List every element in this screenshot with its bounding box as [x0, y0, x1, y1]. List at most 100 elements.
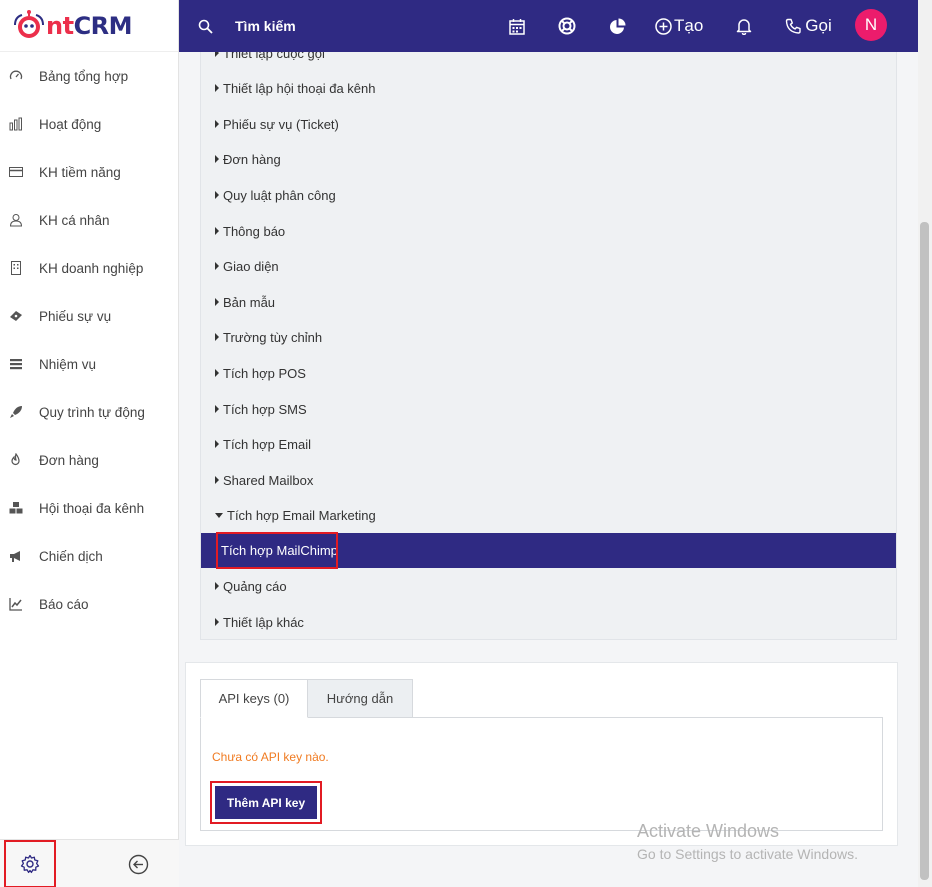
caret-down-icon	[215, 512, 223, 518]
menu-item-shared-mailbox[interactable]: Shared Mailbox	[201, 463, 896, 497]
sidebar-item-label: Hoạt động	[39, 116, 102, 132]
flame-icon	[8, 452, 24, 468]
caret-right-icon	[215, 405, 219, 413]
sidebar-item-label: Nhiệm vụ	[39, 356, 97, 372]
plus-circle-icon	[655, 17, 672, 35]
sidebar-item-label: Báo cáo	[39, 596, 89, 612]
sidebar-item-automation[interactable]: Quy trình tự động	[0, 388, 178, 436]
line-chart-icon	[8, 596, 24, 612]
collapse-sidebar-button[interactable]	[127, 853, 149, 875]
tab-api-keys[interactable]: API keys (0)	[200, 679, 308, 718]
arrow-left-circle-icon	[128, 854, 148, 874]
sidebar-nav: Bảng tổng hợp Hoạt động KH tiềm năng KH …	[0, 52, 178, 628]
menu-item-label: Tích hợp SMS	[223, 401, 307, 417]
tab-pane-api-keys: Chưa có API key nào. Thêm API key	[200, 717, 883, 831]
highlight-box	[216, 532, 338, 569]
logo[interactable]: ntCRM	[0, 0, 178, 52]
menu-item-label: Quảng cáo	[223, 578, 287, 594]
sidebar-item-omnichannel[interactable]: Hội thoại đa kênh	[0, 484, 178, 532]
menu-item-label: Shared Mailbox	[223, 472, 314, 488]
sidebar-item-companies[interactable]: KH doanh nghiệp	[0, 244, 178, 292]
sidebar: ntCRM Bảng tổng hợp Hoạt động KH tiềm nă…	[0, 0, 179, 887]
menu-item-custom-fields[interactable]: Trường tùy chỉnh	[201, 320, 896, 354]
scrollbar-thumb[interactable]	[920, 222, 929, 880]
building-icon	[8, 260, 24, 276]
bell-icon[interactable]	[734, 16, 754, 36]
logo-text: ntCRM	[46, 11, 133, 40]
caret-right-icon	[215, 84, 219, 92]
menu-item-call-settings[interactable]: Thiết lập cuộc gọi	[201, 52, 896, 70]
avatar[interactable]: N	[855, 9, 887, 41]
menu-item-omnichannel-settings[interactable]: Thiết lập hội thoại đa kênh	[201, 71, 896, 105]
sidebar-item-label: Quy trình tự động	[39, 404, 145, 420]
sidebar-item-dashboard[interactable]: Bảng tổng hợp	[0, 52, 178, 100]
bar-chart-icon	[8, 116, 24, 132]
sidebar-item-tickets[interactable]: Phiếu sự vụ	[0, 292, 178, 340]
menu-item-sms-integration[interactable]: Tích hợp SMS	[201, 392, 896, 426]
menu-item-assignment-rules[interactable]: Quy luật phân công	[201, 178, 896, 212]
sidebar-item-label: Hội thoại đa kênh	[39, 500, 145, 516]
ticket-icon	[8, 308, 24, 324]
search-icon	[198, 19, 213, 34]
menu-item-label: Tích hợp Email	[223, 436, 311, 452]
caret-right-icon	[215, 120, 219, 128]
caret-right-icon	[215, 52, 219, 57]
sidebar-item-label: KH doanh nghiệp	[39, 260, 144, 276]
menu-item-label: Phiếu sự vụ (Ticket)	[223, 116, 339, 132]
create-label: Tạo	[674, 16, 704, 35]
tab-guide[interactable]: Hướng dẫn	[307, 679, 413, 718]
pie-chart-icon[interactable]	[607, 16, 627, 36]
sidebar-item-tasks[interactable]: Nhiệm vụ	[0, 340, 178, 388]
menu-item-mailchimp[interactable]: Tích hợp MailChimp	[201, 532, 896, 569]
menu-item-ads[interactable]: Quảng cáo	[201, 569, 896, 603]
support-icon[interactable]	[557, 16, 577, 36]
sidebar-item-label: Bảng tổng hợp	[39, 68, 129, 84]
sidebar-item-orders[interactable]: Đơn hàng	[0, 436, 178, 484]
menu-item-email-marketing[interactable]: Tích hợp Email Marketing	[201, 498, 896, 532]
menu-item-label: Tích hợp POS	[223, 365, 306, 381]
menu-item-notifications[interactable]: Thông báo	[201, 214, 896, 248]
caret-right-icon	[215, 476, 219, 484]
menu-item-label: Bản mẫu	[223, 294, 276, 310]
sidebar-item-campaigns[interactable]: Chiến dịch	[0, 532, 178, 580]
settings-menu: Thiết lập cuộc gọi Thiết lập hội thoại đ…	[200, 52, 897, 640]
menu-item-templates[interactable]: Bản mẫu	[201, 285, 896, 319]
sidebar-item-label: Phiếu sự vụ	[39, 308, 112, 324]
sidebar-item-activities[interactable]: Hoạt động	[0, 100, 178, 148]
rocket-icon	[8, 404, 24, 420]
highlight-box: Thêm API key	[210, 781, 322, 824]
call-button[interactable]: Gọi	[785, 16, 832, 36]
caret-right-icon	[215, 227, 219, 235]
menu-item-email-integration[interactable]: Tích hợp Email	[201, 427, 896, 461]
add-api-key-button[interactable]: Thêm API key	[215, 786, 317, 819]
menu-item-label: Tích hợp Email Marketing	[227, 507, 376, 523]
menu-item-other-settings[interactable]: Thiết lập khác	[201, 605, 896, 639]
sidebar-item-leads[interactable]: KH tiềm năng	[0, 148, 178, 196]
menu-item-label: Thiết lập khác	[223, 614, 304, 630]
search-bar[interactable]: Tìm kiếm	[198, 18, 296, 34]
cubes-icon	[8, 500, 24, 516]
calendar-icon[interactable]	[507, 16, 527, 36]
mailchimp-card: API keys (0) Hướng dẫn Chưa có API key n…	[185, 662, 898, 846]
sidebar-item-label: KH tiềm năng	[39, 164, 121, 180]
create-button[interactable]: Tạo	[655, 16, 703, 36]
menu-item-tickets[interactable]: Phiếu sự vụ (Ticket)	[201, 107, 896, 141]
caret-right-icon	[215, 262, 219, 270]
user-icon	[8, 212, 24, 228]
sidebar-item-label: KH cá nhân	[39, 212, 110, 228]
page-scrollbar[interactable]	[918, 0, 932, 887]
header-actions: Tạo Gọi	[506, 0, 832, 52]
megaphone-icon	[8, 548, 24, 564]
caret-right-icon	[215, 618, 219, 626]
phone-icon	[786, 18, 801, 34]
sidebar-item-reports[interactable]: Báo cáo	[0, 580, 178, 628]
settings-button[interactable]	[4, 840, 56, 887]
robot-logo-icon	[14, 9, 44, 38]
sidebar-item-contacts[interactable]: KH cá nhân	[0, 196, 178, 244]
sidebar-item-label: Chiến dịch	[39, 548, 103, 564]
menu-item-pos-integration[interactable]: Tích hợp POS	[201, 356, 896, 390]
menu-item-appearance[interactable]: Giao diện	[201, 249, 896, 283]
menu-item-label: Thiết lập hội thoại đa kênh	[223, 80, 376, 96]
caret-right-icon	[215, 191, 219, 199]
menu-item-orders[interactable]: Đơn hàng	[201, 142, 896, 176]
